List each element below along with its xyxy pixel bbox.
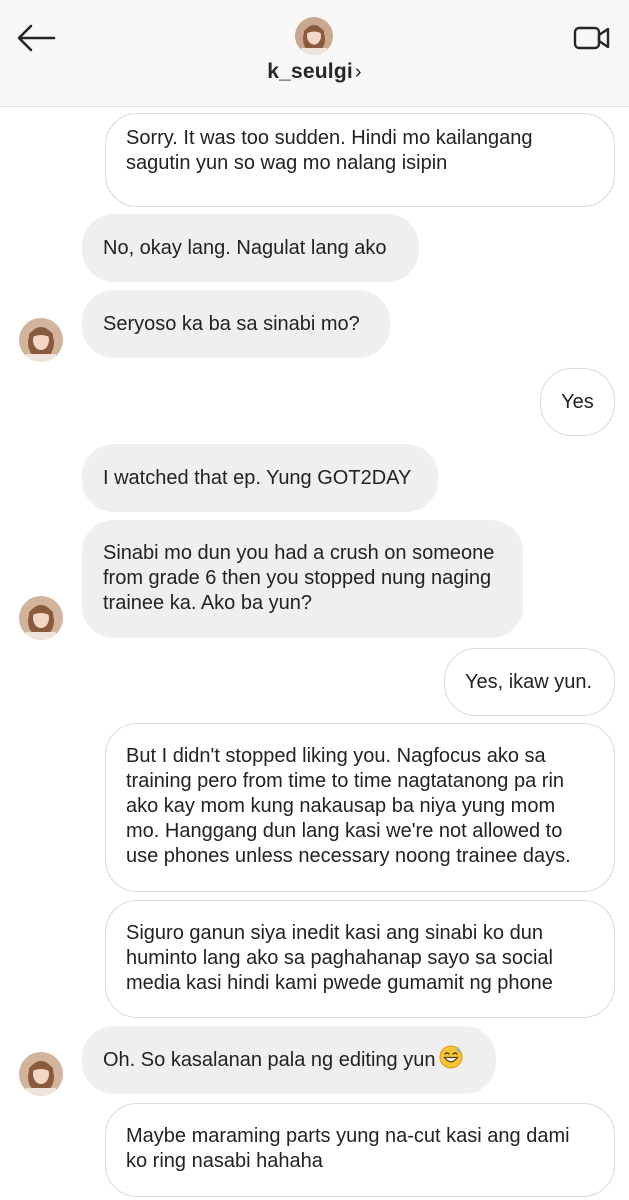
message-outgoing[interactable]: Sorry. It was too sudden. Hindi mo kaila…	[105, 113, 615, 207]
message-incoming[interactable]: Oh. So kasalanan pala ng editing yun	[82, 1026, 496, 1094]
message-incoming[interactable]: No, okay lang. Nagulat lang ako	[82, 214, 419, 282]
contact-username[interactable]: k_seulgi ›	[0, 60, 629, 84]
message-text: Maybe maraming parts yung na-cut kasi an…	[126, 1125, 570, 1172]
message-text: Yes, ikaw yun.	[465, 670, 593, 693]
message-incoming[interactable]: Seryoso ka ba sa sinabi mo?	[82, 290, 390, 358]
sender-avatar[interactable]	[19, 318, 63, 362]
back-arrow-icon[interactable]	[14, 20, 58, 56]
message-text: Sorry. It was too sudden. Hindi mo kaila…	[126, 127, 533, 174]
username-text: k_seulgi	[267, 60, 353, 83]
message-text: Sinabi mo dun you had a crush on someone…	[103, 542, 495, 614]
contact-avatar[interactable]	[295, 17, 333, 55]
message-incoming[interactable]: I watched that ep. Yung GOT2DAY	[82, 444, 438, 512]
message-thread[interactable]: Sorry. It was too sudden. Hindi mo kaila…	[0, 106, 629, 1200]
grinning-sweat-emoji-icon	[439, 1045, 463, 1076]
message-text: Yes	[561, 390, 594, 413]
video-call-icon[interactable]	[570, 20, 614, 56]
message-text: Siguro ganun siya inedit kasi ang sinabi…	[126, 922, 553, 994]
chat-header: k_seulgi ›	[0, 0, 629, 107]
message-outgoing[interactable]: But I didn't stopped liking you. Nagfocu…	[105, 723, 615, 892]
message-text: Seryoso ka ba sa sinabi mo?	[103, 312, 360, 335]
message-text: No, okay lang. Nagulat lang ako	[103, 236, 387, 259]
message-text: But I didn't stopped liking you. Nagfocu…	[126, 745, 571, 867]
message-outgoing[interactable]: Yes, ikaw yun.	[444, 648, 615, 716]
message-text: I watched that ep. Yung GOT2DAY	[103, 466, 412, 489]
message-outgoing[interactable]: Yes	[540, 368, 615, 436]
message-outgoing[interactable]: Maybe maraming parts yung na-cut kasi an…	[105, 1103, 615, 1197]
sender-avatar[interactable]	[19, 596, 63, 640]
message-incoming[interactable]: Sinabi mo dun you had a crush on someone…	[82, 520, 523, 638]
sender-avatar[interactable]	[19, 1052, 63, 1096]
message-outgoing[interactable]: Siguro ganun siya inedit kasi ang sinabi…	[105, 900, 615, 1018]
chevron-right-icon: ›	[354, 61, 362, 83]
message-text: Oh. So kasalanan pala ng editing yun	[103, 1048, 436, 1071]
